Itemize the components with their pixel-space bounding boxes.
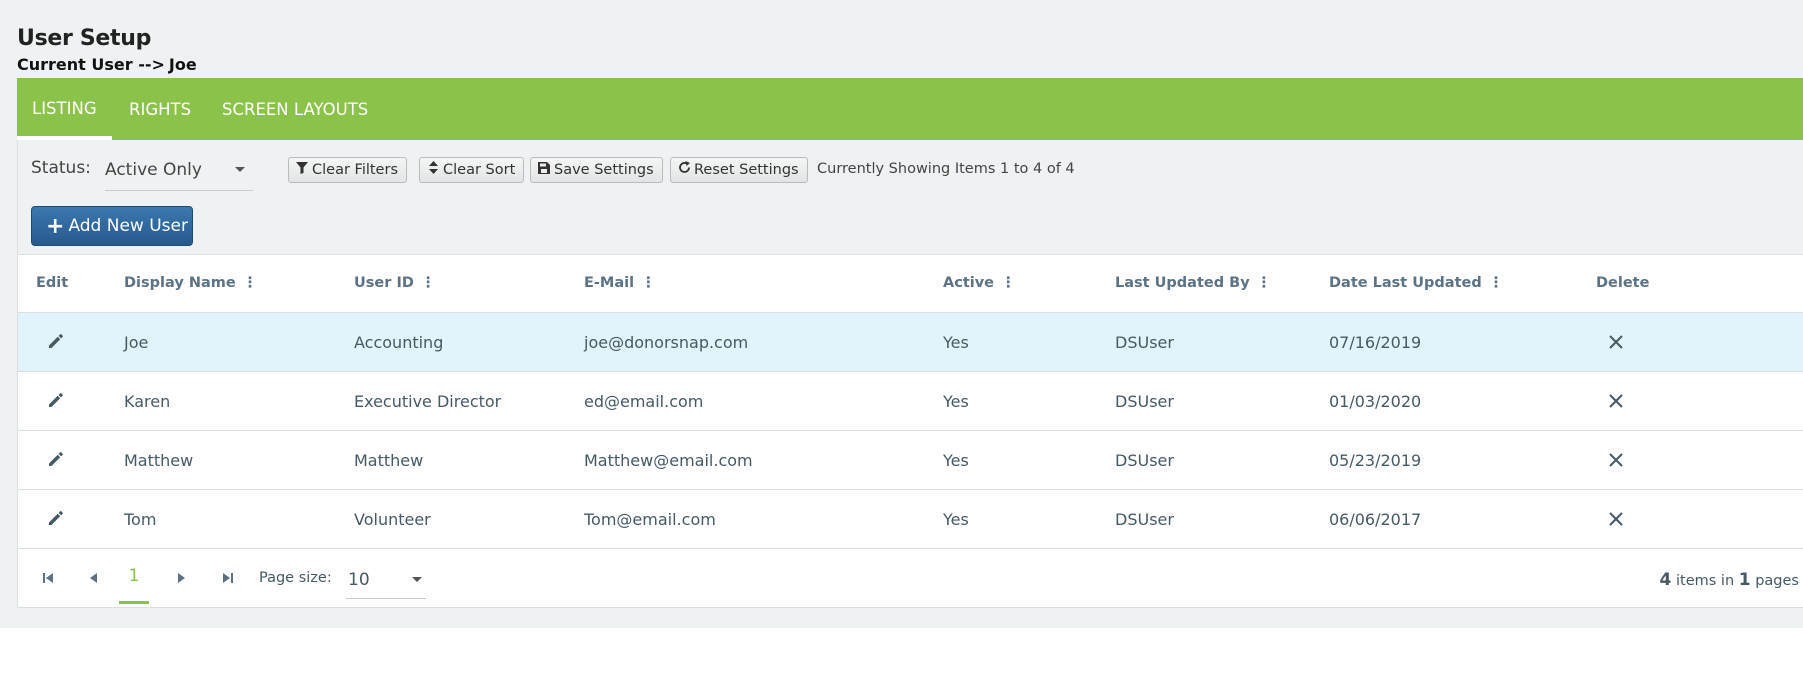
status-label: Status: (31, 158, 91, 178)
reset-settings-button[interactable]: Reset Settings (670, 157, 808, 183)
clear-filters-label: Clear Filters (312, 162, 398, 178)
column-header-delete: Delete (1596, 275, 1650, 291)
grid-header: Edit Display Name ⋮ User ID ⋮ E-Mail ⋮ Acti… (18, 255, 1803, 313)
pager-info: 4 items in 1 pages (1659, 570, 1799, 590)
cell-display-name: Matthew (124, 451, 194, 470)
cell-user-id: Matthew (354, 451, 424, 470)
cell-last-updated-by: DSUser (1115, 392, 1174, 411)
next-page-icon[interactable] (171, 568, 191, 588)
save-settings-button[interactable]: Save Settings (530, 157, 663, 183)
filter-icon (295, 159, 309, 183)
cell-active: Yes (943, 510, 969, 529)
status-dropdown[interactable]: Active Only (105, 155, 253, 191)
cell-user-id: Volunteer (354, 510, 431, 529)
column-header-date-last-updated[interactable]: Date Last Updated ⋮ (1329, 275, 1503, 291)
cell-display-name: Karen (124, 392, 171, 411)
tab-screen-layouts[interactable]: SCREEN LAYOUTS (207, 78, 383, 140)
column-header-edit: Edit (36, 275, 69, 291)
tab-listing[interactable]: LISTING (17, 78, 112, 140)
clear-sort-label: Clear Sort (443, 162, 516, 178)
pencil-icon[interactable] (46, 331, 66, 351)
cell-email: Tom@email.com (584, 510, 716, 529)
cell-date-last-updated: 06/06/2017 (1329, 510, 1422, 529)
cell-email: joe@donorsnap.com (584, 333, 749, 352)
close-icon[interactable] (1606, 332, 1626, 352)
close-icon[interactable] (1606, 450, 1626, 470)
previous-page-icon[interactable] (84, 568, 104, 588)
sort-icon (426, 159, 440, 183)
column-menu-icon[interactable]: ⋮ (243, 275, 258, 291)
column-header-email[interactable]: E-Mail ⋮ (584, 275, 656, 291)
column-menu-icon[interactable]: ⋮ (1257, 275, 1272, 291)
page-size-value: 10 (348, 570, 370, 590)
save-icon (537, 159, 551, 183)
current-user: Current User --> Joe (17, 55, 197, 74)
column-menu-icon[interactable]: ⋮ (421, 275, 436, 291)
cell-last-updated-by: DSUser (1115, 510, 1174, 529)
column-header-user-id[interactable]: User ID ⋮ (354, 275, 435, 291)
page-size-label: Page size: (259, 570, 332, 586)
cell-active: Yes (943, 451, 969, 470)
table-row[interactable]: Matthew Matthew Matthew@email.com Yes DS… (18, 431, 1803, 490)
pager: 1 Page size: 10 4 items in 1 pages (18, 549, 1803, 607)
cell-user-id: Accounting (354, 333, 444, 352)
cell-last-updated-by: DSUser (1115, 451, 1174, 470)
column-header-last-updated-by[interactable]: Last Updated By ⋮ (1115, 275, 1271, 291)
users-grid: Edit Display Name ⋮ User ID ⋮ E-Mail ⋮ Acti… (17, 254, 1803, 608)
cell-date-last-updated: 01/03/2020 (1329, 392, 1422, 411)
page-number-current[interactable]: 1 (119, 566, 149, 604)
first-page-icon[interactable] (38, 568, 58, 588)
pencil-icon[interactable] (46, 390, 66, 410)
tab-rights[interactable]: RIGHTS (114, 78, 206, 140)
column-menu-icon[interactable]: ⋮ (1489, 275, 1504, 291)
close-icon[interactable] (1606, 391, 1626, 411)
column-menu-icon[interactable]: ⋮ (1001, 275, 1016, 291)
refresh-icon (677, 159, 691, 183)
clear-filters-button[interactable]: Clear Filters (288, 157, 407, 183)
cell-user-id: Executive Director (354, 392, 502, 411)
add-new-user-button[interactable]: + Add New User (31, 206, 193, 246)
cell-email: ed@email.com (584, 392, 704, 411)
column-header-display-name[interactable]: Display Name ⋮ (124, 275, 257, 291)
table-row[interactable]: Tom Volunteer Tom@email.com Yes DSUser 0… (18, 490, 1803, 549)
cell-display-name: Tom (124, 510, 157, 529)
status-value: Active Only (105, 160, 202, 180)
current-user-label: Current User --> (17, 55, 165, 74)
table-row[interactable]: Karen Executive Director ed@email.com Ye… (18, 372, 1803, 431)
showing-items-text: Currently Showing Items 1 to 4 of 4 (817, 161, 1075, 177)
cell-active: Yes (943, 333, 969, 352)
cell-active: Yes (943, 392, 969, 411)
chevron-down-icon (412, 577, 422, 582)
cell-date-last-updated: 05/23/2019 (1329, 451, 1422, 470)
column-header-active[interactable]: Active ⋮ (943, 275, 1016, 291)
pencil-icon[interactable] (46, 449, 66, 469)
tab-bar: LISTING RIGHTS SCREEN LAYOUTS (17, 78, 1803, 140)
table-row[interactable]: Joe Accounting joe@donorsnap.com Yes DSU… (18, 313, 1803, 372)
cell-date-last-updated: 07/16/2019 (1329, 333, 1422, 352)
cell-display-name: Joe (124, 333, 149, 352)
last-page-icon[interactable] (218, 568, 238, 588)
column-menu-icon[interactable]: ⋮ (641, 275, 656, 291)
cell-last-updated-by: DSUser (1115, 333, 1174, 352)
cell-email: Matthew@email.com (584, 451, 753, 470)
page-size-dropdown[interactable]: 10 (346, 565, 426, 599)
pencil-icon[interactable] (46, 508, 66, 528)
chevron-down-icon (235, 167, 245, 172)
page-title: User Setup (17, 26, 152, 51)
clear-sort-button[interactable]: Clear Sort (419, 157, 525, 183)
close-icon[interactable] (1606, 509, 1626, 529)
add-new-user-label: Add New User (68, 216, 188, 236)
reset-settings-label: Reset Settings (694, 162, 799, 178)
plus-icon: + (46, 214, 65, 239)
current-user-name: Joe (168, 55, 197, 74)
save-settings-label: Save Settings (554, 162, 654, 178)
